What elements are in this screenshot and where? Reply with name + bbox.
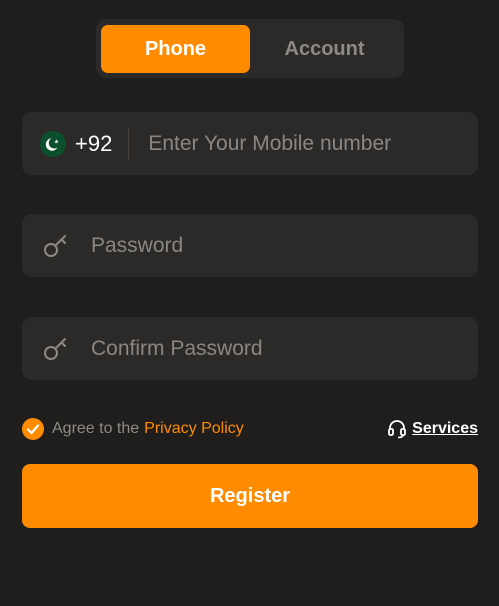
mobile-number-input[interactable] <box>146 130 478 157</box>
tab-account[interactable]: Account <box>250 25 399 73</box>
password-input[interactable] <box>89 232 478 259</box>
key-icon <box>44 234 66 257</box>
login-method-tabs: Phone Account <box>96 19 404 78</box>
register-form: Phone Account +92 Enter Your Mobile numb… <box>0 0 499 606</box>
phone-field: +92 <box>22 112 478 175</box>
privacy-policy-link[interactable]: Privacy Policy <box>144 420 244 438</box>
services-link[interactable]: Services <box>387 418 478 440</box>
pakistan-flag-icon[interactable] <box>40 130 66 157</box>
register-button[interactable]: Register <box>22 464 478 528</box>
headset-icon <box>388 420 407 439</box>
agree-text: Agree to the <box>52 420 140 437</box>
check-icon <box>26 424 40 435</box>
tab-phone[interactable]: Phone <box>101 25 250 73</box>
agree-checkbox[interactable] <box>22 418 44 440</box>
key-icon <box>44 337 66 360</box>
country-code[interactable]: +92 <box>75 131 112 157</box>
services-label: Services <box>412 420 478 437</box>
field-divider <box>128 127 130 160</box>
agreement-row: Agree to the Privacy Policy <box>22 417 244 441</box>
confirm-password-field <box>22 317 478 380</box>
password-field <box>22 214 478 277</box>
confirm-password-input[interactable] <box>89 335 478 362</box>
